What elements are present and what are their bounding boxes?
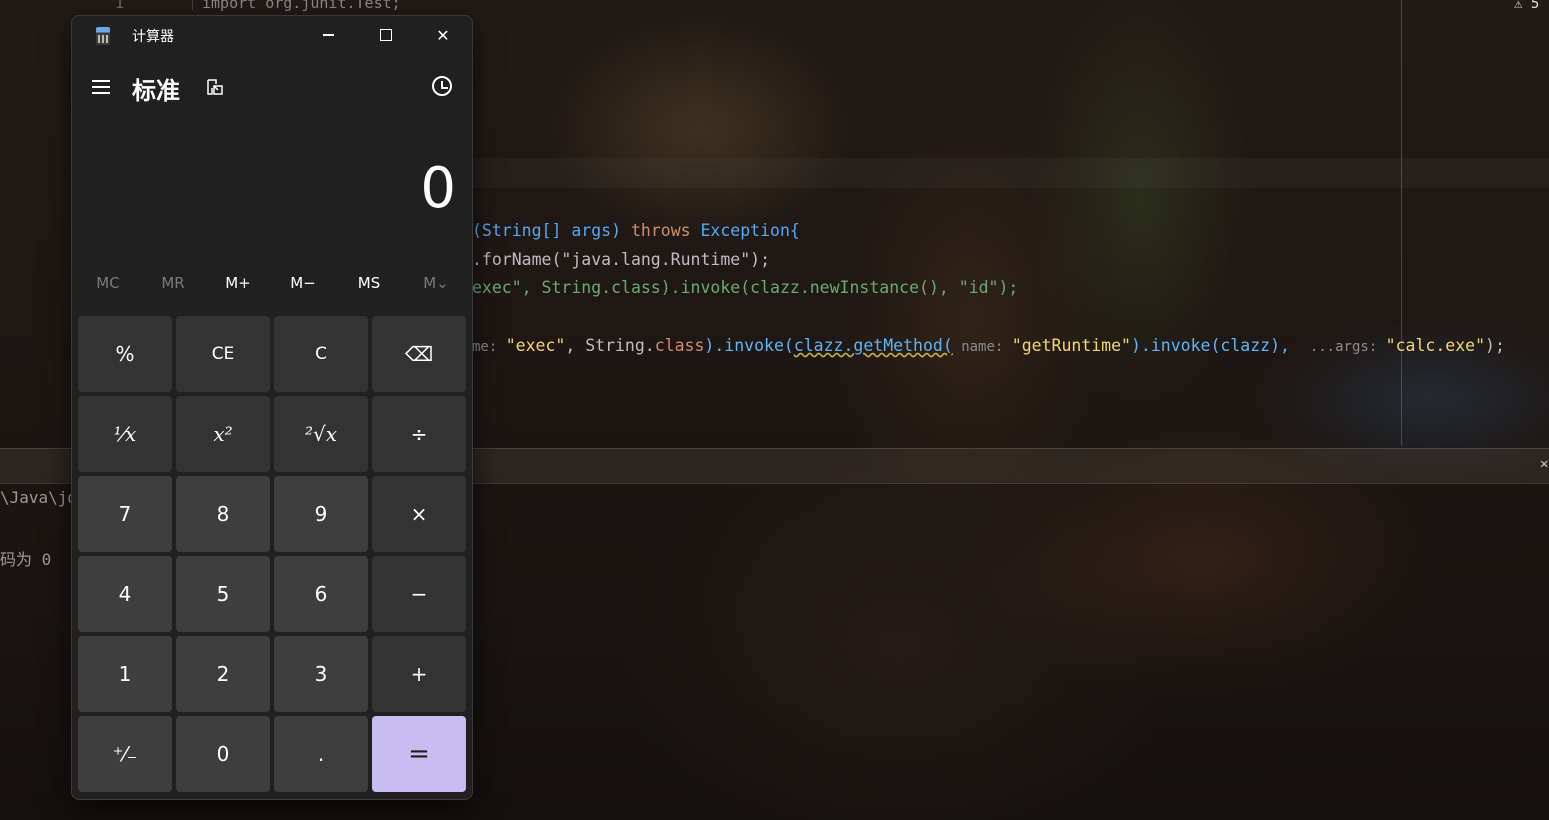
digit-6-button[interactable]: 6 [274,556,368,632]
decimal-button[interactable]: . [274,716,368,792]
square-root-button[interactable]: ²√x [274,396,368,472]
multiply-button[interactable]: × [372,476,466,552]
navigation-menu-button[interactable] [92,78,112,96]
calculator-window[interactable]: 计算器 ✕ 标准 0 MC MR M+ M− MS M⌄ % CE C ⌫ ¹⁄… [71,15,473,800]
clear-entry-button[interactable]: CE [176,316,270,392]
square-button[interactable]: x² [176,396,270,472]
code-line-exec-id[interactable]: exec", String.class).invoke(clazz.newIns… [472,278,1018,297]
title-bar[interactable]: 计算器 ✕ [72,16,472,56]
memory-subtract-button[interactable]: M− [271,274,335,292]
line-number: 1 [115,0,125,12]
backspace-button[interactable]: ⌫ [372,316,466,392]
keep-on-top-button[interactable] [206,78,224,96]
keep-on-top-icon [207,79,223,95]
result-display: 0 [420,156,456,221]
reciprocal-button[interactable]: ¹⁄x [78,396,172,472]
code-line-exec-calc[interactable]: me: "exec", String.class).invoke(clazz.g… [472,336,1505,355]
maximize-icon [380,29,392,41]
close-icon: ✕ [436,25,450,45]
terminal-output-line: 码为 0 [0,550,52,569]
digit-3-button[interactable]: 3 [274,636,368,712]
right-margin-guide [1401,0,1402,446]
digit-0-button[interactable]: 0 [176,716,270,792]
digit-7-button[interactable]: 7 [78,476,172,552]
mode-title: 标准 [132,77,180,105]
terminal-output-line: \Java\jd [0,488,78,507]
current-line-highlight [472,158,1549,188]
history-icon[interactable] [432,76,452,96]
divide-button[interactable]: ÷ [372,396,466,472]
warning-indicator[interactable]: ⚠ 5 [1514,0,1539,12]
memory-add-button[interactable]: M+ [206,274,270,292]
minimize-icon [322,34,334,36]
window-title: 计算器 [132,29,174,45]
digit-1-button[interactable]: 1 [78,636,172,712]
memory-list-button[interactable]: M⌄ [404,274,468,292]
subtract-button[interactable]: − [372,556,466,632]
close-button[interactable]: ✕ [415,18,471,52]
memory-recall-button[interactable]: MR [141,274,205,292]
add-button[interactable]: + [372,636,466,712]
clear-button[interactable]: C [274,316,368,392]
maximize-button[interactable] [358,18,414,52]
code-import-line: import org.junit.Test; [202,0,401,12]
percent-button[interactable]: % [78,316,172,392]
memory-store-button[interactable]: MS [337,274,401,292]
digit-2-button[interactable]: 2 [176,636,270,712]
code-line-forname[interactable]: .forName("java.lang.Runtime"); [472,250,770,269]
negate-button[interactable]: ⁺⁄₋ [78,716,172,792]
equals-button[interactable]: = [372,716,466,792]
minimize-button[interactable] [300,18,356,52]
calculator-app-icon [96,27,110,45]
calculator-header: 标准 [72,66,472,110]
memory-clear-button[interactable]: MC [76,274,140,292]
code-line-main-signature[interactable]: (String[] args) throws Exception{ [472,221,800,240]
digit-9-button[interactable]: 9 [274,476,368,552]
close-panel-icon[interactable]: ✕ [1540,456,1548,472]
memory-row: MC MR M+ M− MS M⌄ [72,274,472,304]
digit-4-button[interactable]: 4 [78,556,172,632]
gutter-separator [192,0,193,10]
hamburger-icon [92,80,110,82]
digit-8-button[interactable]: 8 [176,476,270,552]
digit-5-button[interactable]: 5 [176,556,270,632]
